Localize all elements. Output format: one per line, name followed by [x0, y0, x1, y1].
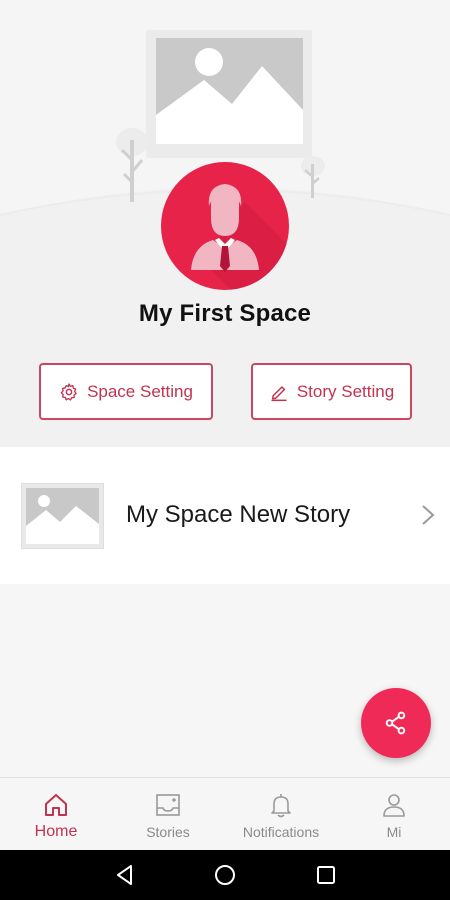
story-thumbnail: [21, 483, 104, 549]
home-icon: [45, 794, 67, 816]
app-screen: My First Space Space Setting Story Setti…: [0, 0, 450, 850]
pencil-icon: [269, 382, 289, 402]
share-fab[interactable]: [361, 688, 431, 758]
nav-item-mi[interactable]: Mi: [338, 778, 450, 851]
gear-icon: [59, 382, 79, 402]
nav-label-mi: Mi: [386, 824, 402, 840]
nav-label-stories: Stories: [146, 824, 190, 840]
story-setting-label: Story Setting: [296, 381, 395, 401]
space-setting-label: Space Setting: [87, 381, 193, 401]
bell-icon: [271, 794, 291, 818]
back-icon[interactable]: [113, 863, 137, 887]
stories-icon: [156, 794, 180, 816]
story-list-item[interactable]: My Space New Story: [0, 447, 450, 584]
chevron-right-icon: [422, 505, 435, 525]
nav-label-notifications: Notifications: [242, 824, 320, 840]
person-avatar-icon: [191, 184, 289, 290]
space-cover: My First Space Space Setting Story Setti…: [0, 0, 450, 447]
home-circle-icon[interactable]: [213, 863, 237, 887]
nav-label-home: Home: [34, 823, 78, 840]
user-icon: [383, 794, 405, 817]
recents-icon[interactable]: [314, 863, 338, 887]
space-setting-button[interactable]: Space Setting: [39, 363, 213, 420]
nav-item-home[interactable]: Home: [0, 778, 112, 851]
bottom-navigation: Home Stories Notifications Mi: [0, 777, 450, 850]
space-avatar[interactable]: [161, 162, 289, 290]
share-icon: [385, 711, 406, 735]
nav-item-stories[interactable]: Stories: [112, 778, 224, 851]
story-setting-button[interactable]: Story Setting: [251, 363, 412, 420]
system-navigation-bar: [0, 850, 450, 900]
nav-item-notifications[interactable]: Notifications: [225, 778, 337, 851]
space-title: My First Space: [138, 300, 312, 327]
image-placeholder-icon: [26, 488, 99, 544]
story-title: My Space New Story: [126, 501, 351, 528]
